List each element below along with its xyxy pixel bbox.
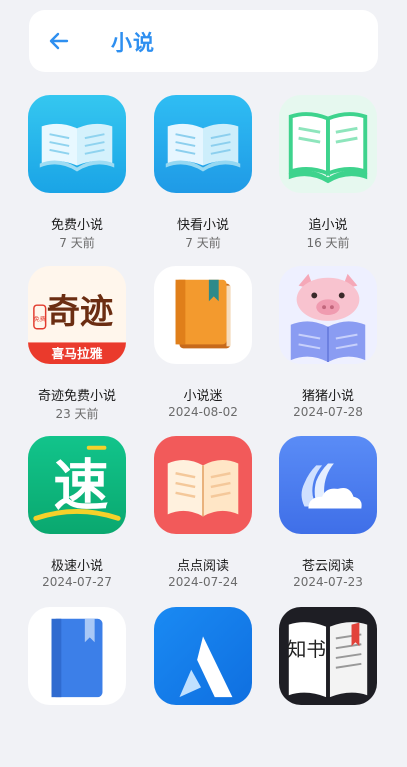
app-tile[interactable]: 奇迹 免费 喜马拉雅 奇迹免费小说 23 天前 xyxy=(13,266,138,426)
blue-mountain-logo-icon xyxy=(154,607,252,705)
app-date: 2024-07-27 xyxy=(42,575,112,589)
app-date: 16 天前 xyxy=(306,236,350,250)
app-date: 7 天前 xyxy=(59,236,95,250)
open-book-cyan-icon xyxy=(28,95,126,193)
qiji-logo-icon: 奇迹 免费 喜马拉雅 xyxy=(28,266,126,364)
app-name: 免费小说 xyxy=(50,218,103,233)
app-name: 追小说 xyxy=(308,218,348,233)
app-date: 2024-07-28 xyxy=(293,405,363,419)
open-book-blue-icon xyxy=(154,95,252,193)
app-name: 猪猪小说 xyxy=(301,389,354,404)
app-date: 2024-07-24 xyxy=(168,575,238,589)
app-tile[interactable]: 知书 xyxy=(264,607,389,767)
app-tile[interactable]: 点点阅读 2024-07-24 xyxy=(139,436,264,596)
app-name: 苍云阅读 xyxy=(301,559,354,574)
zhishu-book-icon: 知书 xyxy=(279,607,377,705)
app-name: 点点阅读 xyxy=(176,559,229,574)
red-open-book-icon xyxy=(154,436,252,534)
arrow-left-icon xyxy=(49,32,69,50)
pig-reading-icon xyxy=(279,266,377,364)
svg-text:喜马拉雅: 喜马拉雅 xyxy=(52,346,103,362)
page-title: 小说 xyxy=(111,31,155,55)
app-tile[interactable] xyxy=(139,607,264,767)
cloud-pages-icon xyxy=(279,436,377,534)
app-tile[interactable]: 免费小说 7 天前 xyxy=(13,95,138,255)
svg-text:免费: 免费 xyxy=(34,315,46,323)
app-date: 2024-08-02 xyxy=(168,405,238,419)
open-book-green-icon xyxy=(279,95,377,193)
app-tile[interactable]: 苍云阅读 2024-07-23 xyxy=(264,436,389,596)
app-tile[interactable]: 小说迷 2024-08-02 xyxy=(139,266,264,426)
app-name: 小说迷 xyxy=(183,389,223,404)
svg-text:奇迹: 奇迹 xyxy=(47,292,114,331)
app-date: 2024-07-23 xyxy=(293,575,363,589)
svg-text:速: 速 xyxy=(53,454,108,518)
app-tile[interactable]: 快看小说 7 天前 xyxy=(139,95,264,255)
blue-bookmark-book-icon xyxy=(28,607,126,705)
app-name: 快看小说 xyxy=(176,218,229,233)
app-tile[interactable]: 追小说 16 天前 xyxy=(264,95,389,255)
app-tile[interactable]: 猪猪小说 2024-07-28 xyxy=(264,266,389,426)
app-name: 奇迹免费小说 xyxy=(37,389,116,404)
app-bar: 小说 xyxy=(29,10,378,72)
app-tile[interactable]: 速 极速小说 2024-07-27 xyxy=(13,436,138,596)
app-tile[interactable] xyxy=(13,607,138,767)
su-logo-icon: 速 xyxy=(28,436,126,534)
app-date: 7 天前 xyxy=(185,236,221,250)
app-date: 23 天前 xyxy=(55,407,99,421)
back-button[interactable] xyxy=(47,29,71,53)
svg-text:知书: 知书 xyxy=(287,638,326,661)
app-name: 极速小说 xyxy=(50,559,103,574)
orange-book-icon xyxy=(154,266,252,364)
